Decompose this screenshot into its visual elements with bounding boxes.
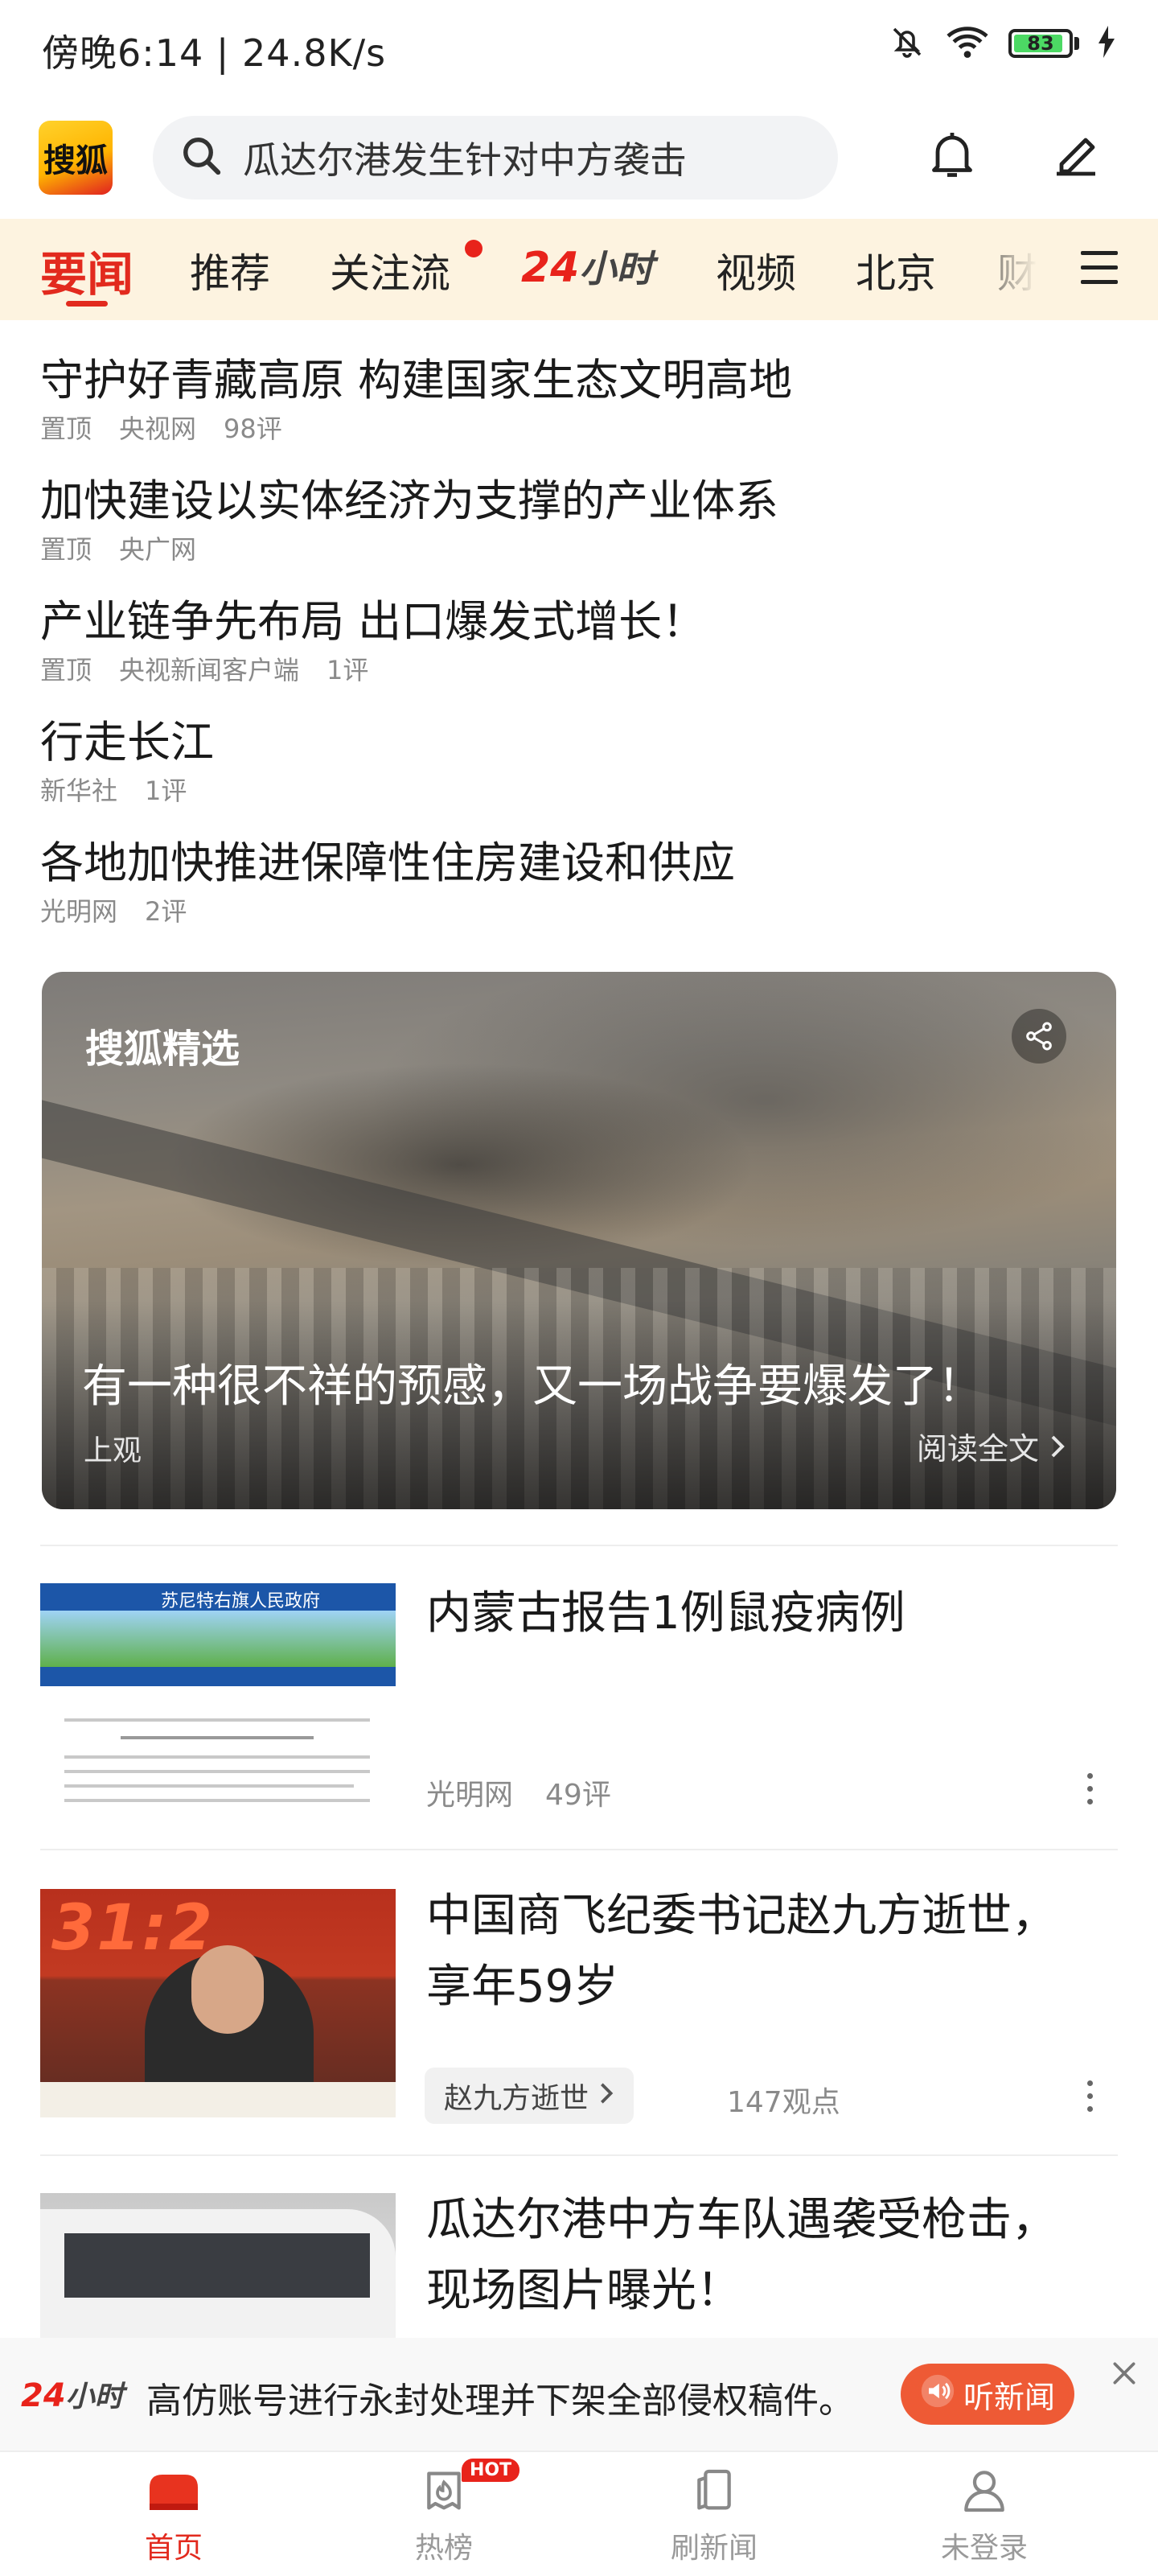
headline-meta: 置顶 央视网 98评 [40, 414, 282, 444]
headline-title[interactable]: 产业链争先布局 出口爆发式增长！ [40, 586, 705, 649]
search-bar[interactable]: 瓜达尔港发生针对中方袭击 [153, 116, 838, 200]
news-thumbnail[interactable] [40, 2193, 396, 2338]
divider [40, 1849, 1118, 1850]
thumb-site-title: 苏尼特右旗人民政府 [161, 1591, 321, 1611]
charging-icon [1097, 26, 1116, 61]
featured-title: 有一种很不祥的预感，又一场战争要爆发了！ [82, 1360, 983, 1413]
refresh-news-icon [688, 2465, 740, 2520]
thumb-clock-text: 31:2 [51, 1892, 215, 1965]
chevron-right-icon [1049, 1431, 1066, 1467]
more-options-icon[interactable] [1087, 1773, 1094, 1812]
featured-source: 上观 [84, 1434, 142, 1467]
user-icon [959, 2465, 1010, 2520]
nav-not-logged-in[interactable]: 未登录 [904, 2465, 1065, 2566]
tab-new-dot [465, 240, 482, 257]
news-thumbnail[interactable]: 苏尼特右旗人民政府 [40, 1583, 396, 1812]
hot-badge: HOT [462, 2459, 520, 2482]
featured-card[interactable]: 搜狐精选 有一种很不祥的预感，又一场战争要爆发了！ 上观 阅读全文 [42, 972, 1116, 1509]
headline-meta: 新华社 1评 [40, 776, 187, 806]
edit-icon[interactable] [1047, 126, 1105, 187]
sohu-logo[interactable]: 搜狐 [39, 121, 113, 195]
news-title[interactable]: 瓜达尔港中方车队遇袭受枪击， 现场图片曝光！ [426, 2185, 1086, 2327]
active-tab-indicator [66, 301, 108, 307]
divider [40, 2154, 1118, 2156]
nav-refresh-news[interactable]: 刷新闻 [634, 2465, 795, 2566]
menu-icon[interactable] [1081, 251, 1118, 294]
banner-24h-logo: 24小时 [21, 2377, 124, 2414]
speaker-icon [920, 2373, 955, 2416]
chevron-right-icon [598, 2080, 614, 2113]
headline-meta: 光明网 2评 [40, 896, 187, 927]
status-time-speed: 傍晚6:14 | 24.8K/s [42, 31, 387, 75]
headline-title[interactable]: 各地加快推进保障性住房建设和供应 [40, 827, 735, 891]
news-title[interactable]: 中国商飞纪委书记赵九方逝世， 享年59岁 [426, 1881, 1086, 2023]
tab-yaowen[interactable]: 要闻 [40, 237, 133, 304]
news-thumbnail[interactable]: 31:2 [40, 1889, 396, 2117]
news-title[interactable]: 内蒙古报告1例鼠疫病例 [426, 1578, 1086, 1649]
bell-icon[interactable] [923, 126, 981, 187]
tab-tuijian[interactable]: 推荐 [190, 241, 270, 299]
close-icon[interactable] [1108, 2357, 1140, 2393]
home-icon [143, 2465, 204, 2520]
wifi-icon [944, 23, 991, 64]
news-views: 147观点 [727, 2086, 840, 2119]
topic-chip[interactable]: 赵九方逝世 [425, 2068, 634, 2124]
read-full-link[interactable]: 阅读全文 [917, 1424, 1066, 1468]
featured-brand: 搜狐精选 [85, 1027, 240, 1072]
tab-fade [957, 219, 1158, 320]
more-options-icon[interactable] [1087, 2080, 1094, 2119]
tab-video[interactable]: 视频 [716, 241, 796, 299]
headline-title[interactable]: 守护好青藏高原 构建国家生态文明高地 [40, 344, 792, 408]
headline-meta: 置顶 央视新闻客户端 1评 [40, 655, 369, 685]
nav-home[interactable]: 首页 [93, 2465, 254, 2566]
search-icon [180, 134, 224, 181]
tab-guanzhuliu[interactable]: 关注流 [330, 241, 450, 299]
status-icons: 83 [888, 23, 1116, 64]
divider [40, 1545, 1118, 1546]
tab-beijing[interactable]: 北京 [856, 241, 936, 299]
battery-icon: 83 [1008, 29, 1073, 58]
banner-text[interactable]: 高仿账号进行永封处理并下架全部侵权稿件。 [146, 2372, 854, 2423]
headline-title[interactable]: 行走长江 [40, 706, 214, 770]
headline-title[interactable]: 加快建设以实体经济为支撑的产业体系 [40, 465, 778, 529]
tab-24-hours[interactable]: 24小时 [521, 240, 653, 293]
headline-meta: 置顶 央广网 [40, 534, 197, 565]
battery-level: 83 [1027, 32, 1054, 55]
listen-news-button[interactable]: 听新闻 [901, 2364, 1074, 2425]
search-placeholder: 瓜达尔港发生针对中方袭击 [243, 138, 687, 182]
mute-bell-icon [888, 23, 926, 64]
share-icon[interactable] [1012, 1009, 1066, 1064]
news-meta: 光明网 49评 [426, 1779, 611, 1812]
